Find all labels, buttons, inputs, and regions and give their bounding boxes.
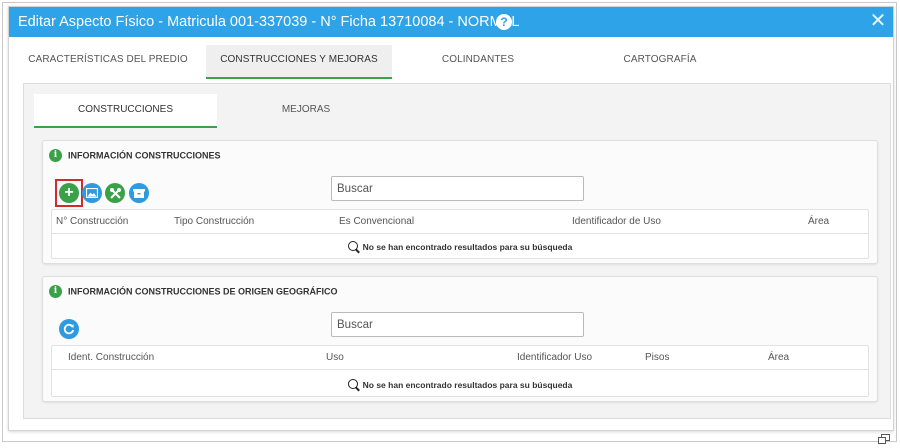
edit-physical-aspect-dialog: Editar Aspecto Físico - Matricula 001-33… [8,6,894,431]
column-header[interactable]: Uso [326,346,344,370]
image-button[interactable] [82,183,102,203]
resize-icon[interactable] [878,434,890,444]
tab-colindantes[interactable]: COLINDANTES [392,45,564,79]
geographic-search-input[interactable] [331,312,584,337]
box-button[interactable] [129,183,149,203]
dialog-title: Editar Aspecto Físico - Matricula 001-33… [18,14,520,30]
box-icon [133,188,145,198]
geographic-section-title: i INFORMACIÓN CONSTRUCCIONES DE ORIGEN GE… [49,285,338,298]
constructions-improvements-panel: CONSTRUCCIONES MEJORAS i INFORMACIÓN CONS… [23,83,891,419]
info-icon: i [49,149,62,162]
sub-tabs: CONSTRUCCIONES MEJORAS [34,94,882,128]
constructions-table: N° Construcción Tipo Construcción Es Con… [51,209,869,259]
tab-construcciones[interactable]: CONSTRUCCIONES [34,94,217,128]
tab-cartografia[interactable]: CARTOGRAFÍA [564,45,756,79]
column-header[interactable]: Es Convencional [339,210,414,234]
tab-construcciones-mejoras[interactable]: CONSTRUCCIONES Y MEJORAS [206,45,392,79]
column-header[interactable]: Identificador de Uso [572,210,661,234]
column-header[interactable]: Pisos [645,346,669,370]
column-header[interactable]: Ident. Construcción [68,346,154,370]
column-header[interactable]: Área [768,346,789,370]
main-tabs: CARACTERÍSTICAS DEL PREDIO CONSTRUCCIONE… [17,45,889,79]
refresh-button[interactable] [59,319,79,339]
geographic-constructions-table: Ident. Construcción Uso Identificador Us… [51,345,869,397]
constructions-search-input[interactable] [331,176,584,201]
column-header[interactable]: N° Construcción [56,210,128,234]
column-header[interactable]: Tipo Construcción [174,210,254,234]
tab-mejoras[interactable]: MEJORAS [217,94,395,128]
dialog-titlebar: Editar Aspecto Físico - Matricula 001-33… [9,7,893,37]
column-header[interactable]: Área [808,210,829,234]
info-icon: i [49,285,62,298]
search-icon [347,379,358,389]
empty-results-message: No se han encontrado resultados para su … [52,241,868,252]
empty-results-message: No se han encontrado resultados para su … [52,379,868,390]
refresh-icon [63,323,75,335]
column-header[interactable]: Identificador Uso [517,346,592,370]
geographic-constructions-section: i INFORMACIÓN CONSTRUCCIONES DE ORIGEN GE… [42,276,878,402]
search-icon [347,241,358,251]
constructions-table-header: N° Construcción Tipo Construcción Es Con… [52,210,868,234]
constructions-section: i INFORMACIÓN CONSTRUCCIONES + Buscar N°… [42,140,878,264]
tools-button[interactable] [105,183,125,203]
add-icon: + [64,184,74,201]
tab-caracteristicas-predio[interactable]: CARACTERÍSTICAS DEL PREDIO [17,45,199,79]
constructions-section-title: i INFORMACIÓN CONSTRUCCIONES [49,149,221,162]
add-construction-button[interactable]: + [59,183,79,203]
help-icon[interactable]: ? [496,14,512,30]
close-icon[interactable]: ✕ [869,10,887,32]
image-icon [85,187,99,199]
geographic-table-header: Ident. Construcción Uso Identificador Us… [52,346,868,370]
tools-icon [109,187,121,199]
